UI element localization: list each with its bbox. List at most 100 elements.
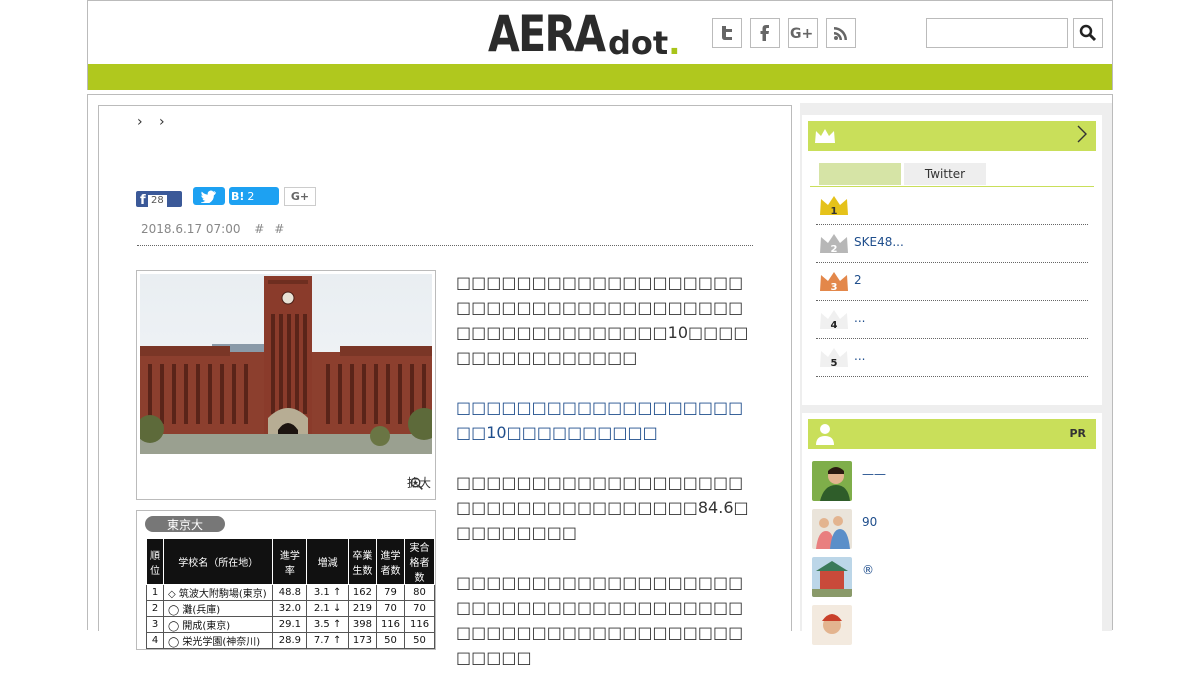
table-cell: 116 xyxy=(375,616,406,633)
pr-item[interactable] xyxy=(812,605,1092,649)
breadcrumb[interactable]: › › xyxy=(137,114,171,130)
table-cell: ◯ 開成(東京) xyxy=(162,616,274,633)
ranking-item[interactable]: 3 2 xyxy=(816,263,1088,301)
svg-text:G+: G+ xyxy=(790,26,813,41)
table-cell: 48.8 xyxy=(272,584,308,601)
pr-item-label: —— xyxy=(862,467,886,481)
table-cell: 2 xyxy=(146,600,164,617)
ranking-table-image[interactable]: 東京大 順位 学校名（所在地） 進学率 増減 卒業生数 進学者数 実合格者数 1… xyxy=(136,510,436,650)
article-container: › › f 28 B! 2 G+ 2018.6.17 07:00 # # 拡大 … xyxy=(98,105,792,667)
table-header: 進学率 xyxy=(272,538,308,585)
pr-thumbnail xyxy=(812,509,852,549)
table-header: 学校名（所在地） xyxy=(162,538,274,585)
ranking-item[interactable]: 4 ... xyxy=(816,301,1088,339)
rss-icon[interactable] xyxy=(826,18,856,48)
table-cell: 50 xyxy=(375,632,406,649)
table-cell: 398 xyxy=(347,616,377,633)
ranking-item-label: SKE48... xyxy=(854,235,904,249)
search-icon xyxy=(1079,24,1097,42)
table-cell: 50 xyxy=(404,632,435,649)
twitter-bird-icon xyxy=(201,190,216,203)
table-cell: 29.1 xyxy=(272,616,308,633)
ranking-item-label: 2 xyxy=(854,273,862,287)
logo-main-text: AERA xyxy=(488,5,606,63)
table-row: 2 ◯ 灘(兵庫) 32.0 2.1 ↓ 219 70 70 xyxy=(146,600,435,617)
table-cell: ◯ 栄光学園(神奈川) xyxy=(162,632,274,649)
crown-icon xyxy=(815,129,835,143)
user-icon xyxy=(816,424,834,445)
table-cell: ◇ 筑波大附駒場(東京) xyxy=(162,584,274,601)
ranking-widget: Twitter 1 2 SKE48... 3 2 4 ... 5 ... xyxy=(802,115,1102,405)
building-photo xyxy=(140,274,432,454)
table-header: 実合格者数 xyxy=(404,538,435,585)
tag-link[interactable]: # xyxy=(254,222,264,236)
zoom-button[interactable]: 拡大 xyxy=(407,474,431,491)
ranking-header[interactable] xyxy=(808,121,1096,151)
facebook-share-count: 28 xyxy=(148,195,167,207)
article-body: □□□□□□□□□□□□□□□□□□□□□□□□□□□□□□□□□□□□□□□□… xyxy=(456,270,756,695)
ranking-item[interactable]: 1 xyxy=(816,187,1088,225)
table-cell: 2.1 ↓ xyxy=(306,600,349,617)
table-cell: ◯ 灘(兵庫) xyxy=(162,600,274,617)
site-logo[interactable]: AERA dot. xyxy=(488,9,680,59)
pr-item-label: 90 xyxy=(862,515,878,529)
pr-thumbnail xyxy=(812,557,852,597)
pr-header: PR xyxy=(808,419,1096,449)
hatena-label: B! xyxy=(231,189,245,203)
table-cell: 70 xyxy=(404,600,435,617)
article-photo[interactable]: 拡大 xyxy=(136,270,436,500)
svg-text:1: 1 xyxy=(831,206,838,217)
search-button[interactable] xyxy=(1073,18,1103,48)
table-row: 1 ◇ 筑波大附駒場(東京) 48.8 3.1 ↑ 162 79 80 xyxy=(146,584,435,601)
facebook-icon[interactable] xyxy=(750,18,780,48)
hatena-count: 2 xyxy=(247,189,255,203)
table-title: 東京大 xyxy=(145,516,225,532)
table-cell: 70 xyxy=(375,600,406,617)
article-paragraph: □□□□□□□□□□□□□□□□□□□□□□□□□□□□□□□□□□□84.6□… xyxy=(456,473,749,542)
pr-item[interactable]: —— xyxy=(812,461,1092,505)
table-cell: 3.1 ↑ xyxy=(306,584,349,601)
ranking-item-label: ... xyxy=(854,311,866,325)
ranking-item[interactable]: 5 ... xyxy=(816,339,1088,377)
facebook-share-button[interactable]: f 28 xyxy=(136,191,182,208)
article-meta: 2018.6.17 07:00 # # xyxy=(141,222,284,236)
tab-access[interactable] xyxy=(819,163,901,185)
table-cell: 79 xyxy=(375,584,406,601)
table-row: 4 ◯ 栄光学園(神奈川) 28.9 7.7 ↑ 173 50 50 xyxy=(146,632,435,649)
crown-plain-icon: 5 xyxy=(820,348,848,369)
table-cell: 28.9 xyxy=(272,632,308,649)
article-paragraph: □□□□□□□□□□□□□□□□□□□□□□□□□□□□□□□□□□□□□□□□… xyxy=(456,573,744,667)
twitter-share-button[interactable] xyxy=(193,187,225,205)
table-header: 増減 xyxy=(306,538,349,585)
google-plus-icon[interactable]: G+ xyxy=(788,18,818,48)
pr-item[interactable]: ® xyxy=(812,557,1092,601)
ranking-item[interactable]: 2 SKE48... xyxy=(816,225,1088,263)
table-cell: 173 xyxy=(347,632,377,649)
crown-gold-icon: 1 xyxy=(820,196,848,217)
related-article-link[interactable]: □□□□□□□□□□□□□□□□□□□□□10□□□□□□□□□□ xyxy=(456,395,756,445)
pr-item[interactable]: 90 xyxy=(812,509,1092,553)
table-header: 卒業生数 xyxy=(347,538,377,585)
crown-bronze-icon: 3 xyxy=(820,272,848,293)
table-cell: 7.7 ↑ xyxy=(306,632,349,649)
tag-link[interactable]: # xyxy=(274,222,284,236)
googleplus-share-button[interactable]: G+ xyxy=(284,187,316,206)
table-header: 進学者数 xyxy=(375,538,406,585)
hatena-bookmark-button[interactable]: B! 2 xyxy=(229,187,279,205)
table-cell: 4 xyxy=(146,632,164,649)
crown-silver-icon: 2 xyxy=(820,234,848,255)
search-input[interactable] xyxy=(926,18,1068,48)
pr-widget: PR —— 90 ® xyxy=(802,413,1102,645)
table-row: 3 ◯ 開成(東京) 29.1 3.5 ↑ 398 116 116 xyxy=(146,616,435,633)
tab-twitter[interactable]: Twitter xyxy=(904,163,986,185)
pr-item-label: ® xyxy=(862,563,874,577)
twitter-icon[interactable] xyxy=(712,18,742,48)
chevron-right-icon xyxy=(1076,124,1088,149)
table-cell: 3 xyxy=(146,616,164,633)
logo-sub-text: dot. xyxy=(608,24,681,62)
ranking-tabs: Twitter xyxy=(810,163,1094,187)
table-cell: 80 xyxy=(404,584,435,601)
publish-date: 2018.6.17 07:00 xyxy=(141,222,241,236)
pr-badge: PR xyxy=(1069,427,1086,440)
table-cell: 219 xyxy=(347,600,377,617)
